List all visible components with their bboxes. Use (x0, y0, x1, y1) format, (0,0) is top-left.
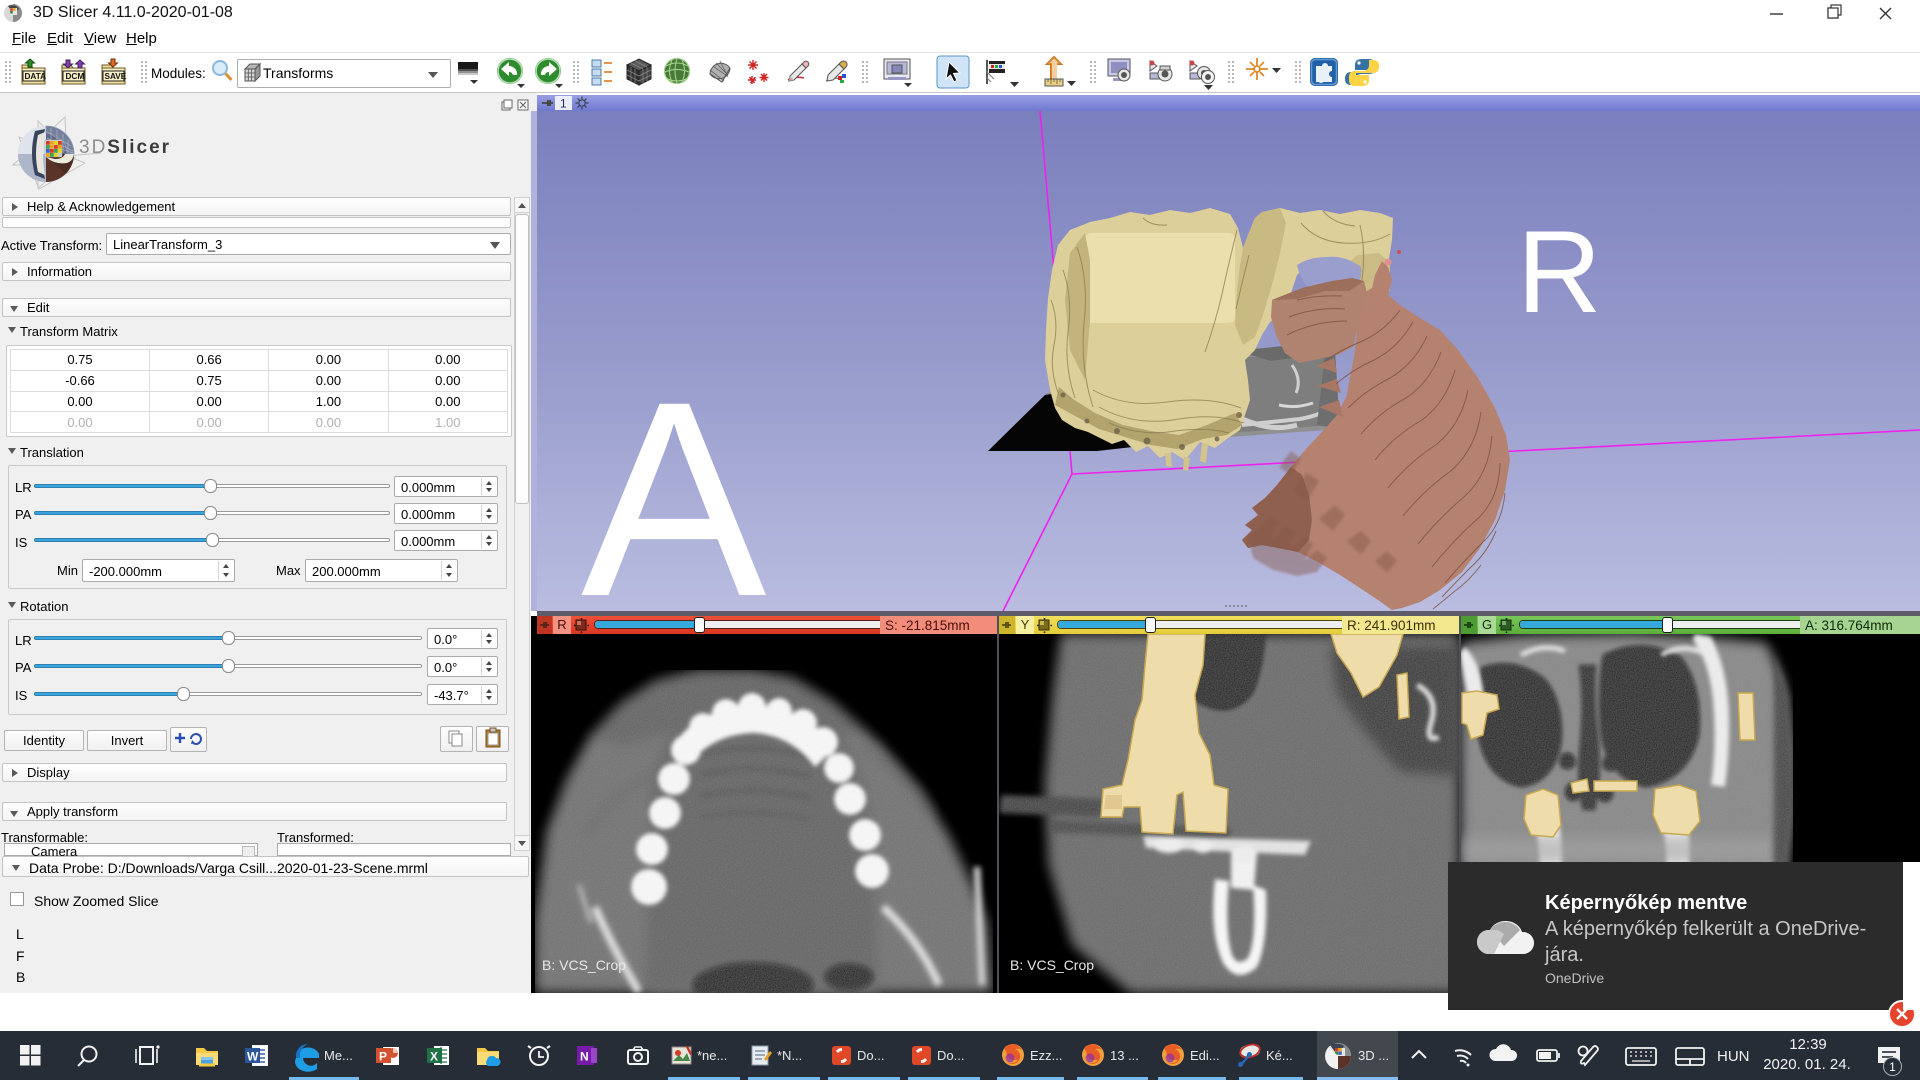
svg-text:DCM: DCM (66, 72, 85, 81)
svg-text:1: 1 (560, 97, 567, 111)
svg-text:Me...: Me... (324, 1048, 353, 1063)
svg-text:*ne...: *ne... (697, 1048, 727, 1063)
svg-text:N: N (580, 1050, 589, 1064)
svg-text:*N...: *N... (777, 1048, 802, 1063)
svg-text:W: W (247, 1050, 259, 1064)
svg-text:SAVE: SAVE (105, 72, 127, 81)
svg-text:B: VCS_Crop: B: VCS_Crop (542, 957, 626, 973)
svg-text:DATA: DATA (25, 72, 47, 81)
svg-text:Ké...: Ké... (1266, 1048, 1293, 1063)
svg-text:Do...: Do... (937, 1048, 964, 1063)
svg-text:Ezz...: Ezz... (1030, 1048, 1063, 1063)
svg-text:B: VCS_Crop: B: VCS_Crop (1010, 957, 1094, 973)
svg-text:P: P (379, 1050, 387, 1064)
svg-text:13 ...: 13 ... (1110, 1048, 1139, 1063)
svg-text:A: A (581, 343, 768, 611)
svg-text:R: R (1517, 206, 1602, 337)
svg-text:Do...: Do... (857, 1048, 884, 1063)
svg-text:Edi...: Edi... (1190, 1048, 1220, 1063)
svg-text:X: X (430, 1050, 438, 1064)
svg-text:HUN: HUN (1717, 1048, 1750, 1065)
svg-text:3D ...: 3D ... (1358, 1048, 1389, 1063)
